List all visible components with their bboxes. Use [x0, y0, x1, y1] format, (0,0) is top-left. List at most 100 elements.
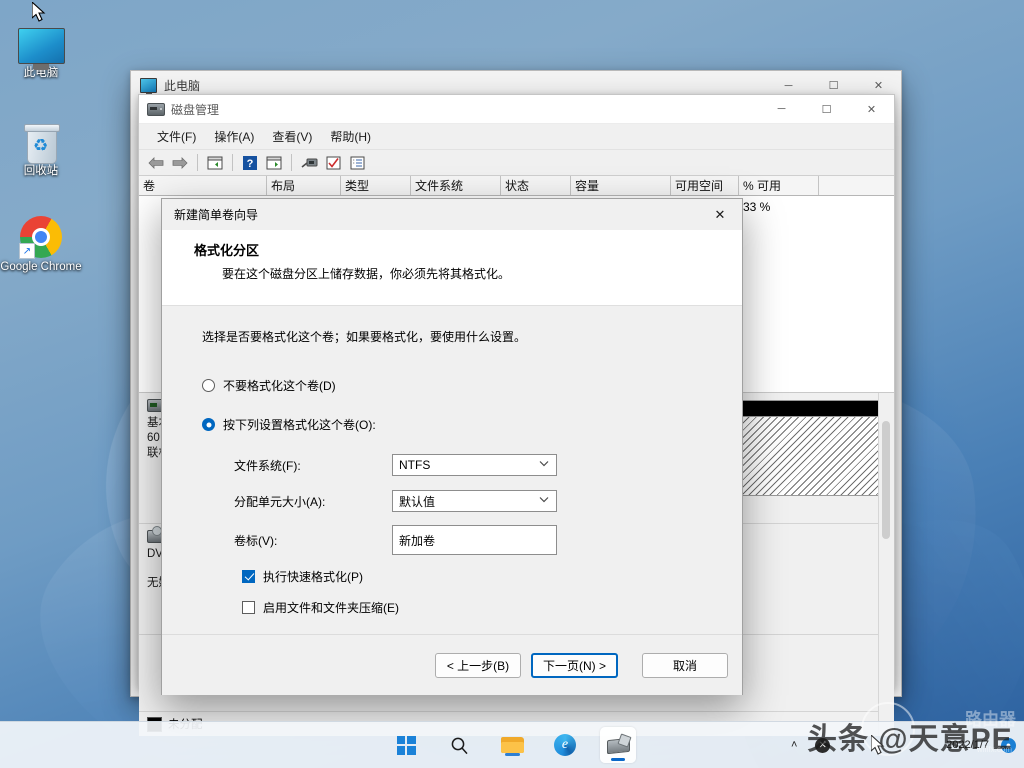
input-volume-label-value: 新加卷	[399, 532, 435, 549]
menu-item-view[interactable]: 查看(V)	[263, 125, 321, 148]
scrollbar-thumb[interactable]	[882, 421, 890, 539]
wizard-titlebar[interactable]: 新建简单卷向导 ✕	[162, 199, 742, 230]
cancel-button[interactable]: 取消	[642, 653, 728, 678]
edge-button[interactable]: e	[547, 727, 583, 763]
forward-arrow-icon[interactable]	[169, 152, 191, 173]
column-header-free-space[interactable]: 可用空间	[671, 176, 739, 195]
column-header-percent-free[interactable]: % 可用	[739, 176, 819, 195]
toolbar-separator	[197, 154, 198, 171]
disk-management-close-button[interactable]: ✕	[849, 95, 894, 124]
start-button[interactable]	[388, 727, 424, 763]
column-header-spacer	[819, 176, 894, 195]
checkbox-quick-format[interactable]: 执行快速格式化(P)	[242, 568, 742, 585]
disk-management-taskbar-button[interactable]	[600, 727, 636, 763]
desktop-icon-label: 回收站	[0, 165, 82, 178]
list-view-icon[interactable]	[346, 152, 368, 173]
disk-pane-scrollbar[interactable]	[878, 393, 894, 736]
checkbox-enable-compression[interactable]: 启用文件和文件夹压缩(E)	[242, 599, 742, 616]
column-header-capacity[interactable]: 容量	[571, 176, 671, 195]
wizard-header: 格式化分区 要在这个磁盘分区上储存数据，你必须先将其格式化。	[162, 230, 742, 305]
wizard-footer: < 上一步(B) 下一页(N) > 取消	[162, 634, 742, 695]
shortcut-arrow-icon: ↗	[19, 243, 35, 259]
this-pc-icon	[140, 78, 157, 93]
field-row-allocation-unit: 分配单元大小(A): 默认值	[234, 483, 742, 519]
label-allocation-unit: 分配单元大小(A):	[234, 493, 392, 510]
format-settings-fields: 文件系统(F): NTFS 分配单元大小(A): 默认值 卷	[234, 447, 742, 561]
column-header-filesystem[interactable]: 文件系统	[411, 176, 501, 195]
toolbar-separator	[291, 154, 292, 171]
disk-management-icon	[606, 735, 630, 755]
disk-management-minimize-button[interactable]: ─	[759, 95, 804, 124]
toolbar-separator	[232, 154, 233, 171]
toolbar: ?	[139, 150, 894, 176]
cell-percent-free: 33 %	[739, 200, 823, 214]
system-tray: ˄ ✕ 2022/1/7 ●	[785, 736, 1016, 754]
menu-item-action[interactable]: 操作(A)	[205, 125, 263, 148]
this-pc-title: 此电脑	[164, 77, 766, 94]
taskbar-items: e	[388, 727, 636, 763]
chevron-down-icon	[539, 496, 549, 507]
properties-icon[interactable]	[298, 152, 320, 173]
wizard-title: 新建简单卷向导	[162, 206, 698, 223]
radio-selected-icon[interactable]	[202, 418, 215, 431]
disk-management-maximize-button[interactable]: ☐	[804, 95, 849, 124]
chevron-up-icon[interactable]: ˄	[785, 736, 803, 754]
disk-management-titlebar[interactable]: 磁盘管理 ─ ☐ ✕	[139, 95, 894, 124]
back-button[interactable]: < 上一步(B)	[435, 653, 521, 678]
mouse-cursor-secondary-icon	[871, 735, 887, 760]
radio-do-not-format-label: 不要格式化这个卷(D)	[223, 377, 336, 394]
field-row-volume-label: 卷标(V): 新加卷	[234, 519, 742, 561]
next-button[interactable]: 下一页(N) >	[531, 653, 618, 678]
show-action-pane-icon[interactable]	[263, 152, 285, 173]
show-hide-console-tree-icon[interactable]	[204, 152, 226, 173]
column-header-layout[interactable]: 布局	[267, 176, 341, 195]
chrome-icon: ↗	[0, 208, 82, 258]
search-button[interactable]	[441, 727, 477, 763]
active-indicator	[611, 758, 625, 761]
wizard-intro-text: 选择是否要格式化这个卷；如果要格式化，要使用什么设置。	[202, 328, 742, 345]
chevron-down-icon	[539, 460, 549, 471]
column-header-status[interactable]: 状态	[501, 176, 571, 195]
volume-list-header: 卷 布局 类型 文件系统 状态 容量 可用空间 % 可用	[139, 176, 894, 196]
checkbox-checked-icon[interactable]	[242, 570, 255, 583]
field-row-filesystem: 文件系统(F): NTFS	[234, 447, 742, 483]
label-filesystem: 文件系统(F):	[234, 457, 392, 474]
rescan-disks-icon[interactable]	[322, 152, 344, 173]
clock-date[interactable]: 2022/1/7	[946, 738, 989, 752]
radio-format-with-settings[interactable]: 按下列设置格式化这个卷(O):	[202, 416, 742, 433]
input-volume-label[interactable]: 新加卷	[392, 525, 557, 555]
desktop-icon-google-chrome[interactable]: ↗ Google Chrome	[0, 208, 82, 274]
column-header-volume[interactable]: 卷	[139, 176, 267, 195]
desktop-icon-label: Google Chrome	[0, 261, 82, 274]
menu-item-file[interactable]: 文件(F)	[148, 125, 205, 148]
disk-icon	[147, 103, 165, 116]
column-header-type[interactable]: 类型	[341, 176, 411, 195]
radio-format-label: 按下列设置格式化这个卷(O):	[223, 416, 376, 433]
checkbox-quick-format-label: 执行快速格式化(P)	[263, 568, 363, 585]
recycle-bin-icon: ♻	[0, 112, 82, 162]
menu-bar: 文件(F) 操作(A) 查看(V) 帮助(H)	[139, 124, 894, 150]
checkbox-enable-compression-label: 启用文件和文件夹压缩(E)	[263, 599, 399, 616]
select-filesystem-value: NTFS	[399, 458, 430, 472]
radio-unselected-icon[interactable]	[202, 379, 215, 392]
wizard-subheading: 要在这个磁盘分区上储存数据，你必须先将其格式化。	[194, 265, 742, 282]
notification-icon[interactable]: ●	[1001, 738, 1016, 753]
select-allocation-unit[interactable]: 默认值	[392, 490, 557, 512]
select-allocation-unit-value: 默认值	[399, 493, 435, 510]
svg-text:?: ?	[247, 158, 254, 170]
desktop-icon-recycle-bin[interactable]: ♻ 回收站	[0, 112, 82, 178]
back-arrow-icon[interactable]	[145, 152, 167, 173]
wizard-heading: 格式化分区	[194, 240, 742, 259]
disk-management-title: 磁盘管理	[171, 101, 219, 118]
wizard-close-button[interactable]: ✕	[698, 199, 742, 230]
file-explorer-button[interactable]	[494, 727, 530, 763]
search-icon	[450, 736, 469, 755]
label-volume-label: 卷标(V):	[234, 532, 392, 549]
select-filesystem[interactable]: NTFS	[392, 454, 557, 476]
error-badge-icon[interactable]: ✕	[815, 738, 830, 753]
menu-item-help[interactable]: 帮助(H)	[321, 125, 380, 148]
checkbox-unchecked-icon[interactable]	[242, 601, 255, 614]
radio-do-not-format[interactable]: 不要格式化这个卷(D)	[202, 377, 742, 394]
new-simple-volume-wizard-dialog[interactable]: 新建简单卷向导 ✕ 格式化分区 要在这个磁盘分区上储存数据，你必须先将其格式化。…	[161, 198, 743, 695]
help-icon[interactable]: ?	[239, 152, 261, 173]
